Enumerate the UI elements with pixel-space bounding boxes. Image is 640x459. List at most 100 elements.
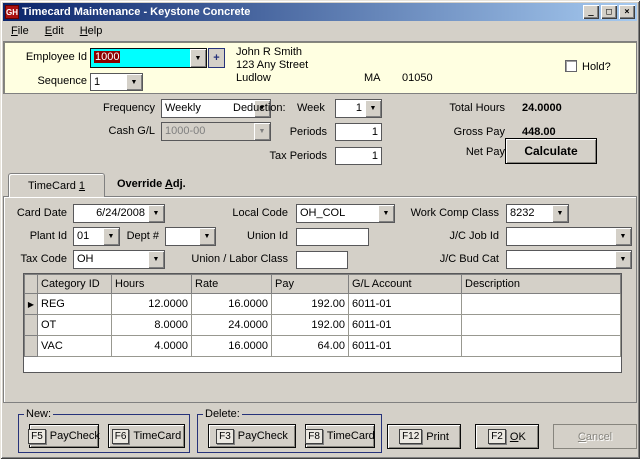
tax-code-value: OH <box>74 251 148 268</box>
sequence-combo[interactable]: 1 ▼ <box>90 73 143 91</box>
jc-job-id-label: J/C Job Id <box>372 230 499 242</box>
chevron-down-icon[interactable]: ▼ <box>190 49 206 67</box>
dept-label: Dept # <box>122 230 159 242</box>
total-hours-value: 24.0000 <box>522 102 562 114</box>
col-header-category: Category ID <box>38 275 112 294</box>
chevron-down-icon[interactable]: ▼ <box>552 205 568 222</box>
table-row[interactable]: ▶ REG 12.0000 16.0000 192.00 6011-01 <box>25 294 621 315</box>
union-labor-class-input[interactable] <box>296 251 348 269</box>
card-date-combo[interactable]: 6/24/2008 ▼ <box>73 204 165 223</box>
menu-item-file[interactable]: File <box>3 23 37 39</box>
chevron-down-icon[interactable]: ▼ <box>615 251 631 268</box>
cell-category[interactable]: VAC <box>38 336 112 357</box>
f3-paycheck-button[interactable]: F3PayCheck <box>208 424 296 448</box>
cell-rate[interactable]: 24.0000 <box>192 315 272 336</box>
tax-code-combo[interactable]: OH ▼ <box>73 250 165 269</box>
tax-periods-input[interactable]: 1 <box>335 147 382 165</box>
cell-rate[interactable]: 16.0000 <box>192 294 272 315</box>
week-value: 1 <box>336 100 365 117</box>
hold-checkbox[interactable] <box>565 60 577 72</box>
total-hours-label: Total Hours <box>425 102 505 114</box>
menu-item-help[interactable]: Help <box>72 23 111 39</box>
cell-gl[interactable]: 6011-01 <box>349 336 462 357</box>
jc-bud-cat-value <box>507 251 615 268</box>
cell-category[interactable]: OT <box>38 315 112 336</box>
col-header-rate: Rate <box>192 275 272 294</box>
cell-rate[interactable]: 16.0000 <box>192 336 272 357</box>
tab-timecard-1[interactable]: TimeCard 1 <box>8 173 105 197</box>
cell-pay[interactable]: 192.00 <box>272 294 349 315</box>
work-comp-class-value: 8232 <box>507 205 552 222</box>
tab-override-adj[interactable]: Override Adj. <box>117 178 186 190</box>
periods-input[interactable]: 1 <box>335 123 382 141</box>
employee-id-combo[interactable]: 1000 ▼ <box>90 48 207 68</box>
maximize-button[interactable]: □ <box>601 5 617 19</box>
cell-pay[interactable]: 192.00 <box>272 315 349 336</box>
tax-code-label: Tax Code <box>9 253 67 265</box>
sequence-value: 1 <box>91 74 126 90</box>
cell-gl[interactable]: 6011-01 <box>349 315 462 336</box>
cell-desc[interactable] <box>462 294 621 315</box>
employee-id-label: Employee Id <box>4 51 87 63</box>
employee-state: MA <box>364 72 381 84</box>
table-row[interactable]: VAC 4.0000 16.0000 64.00 6011-01 <box>25 336 621 357</box>
minimize-button[interactable]: _ <box>583 5 599 19</box>
delete-group-label: Delete: <box>203 408 242 420</box>
jc-job-id-value <box>507 228 615 245</box>
jc-bud-cat-combo[interactable]: ▼ <box>506 250 632 269</box>
f3-keycap: F3 <box>216 429 234 444</box>
union-id-input[interactable] <box>296 228 369 246</box>
jc-job-id-combo[interactable]: ▼ <box>506 227 632 246</box>
menu-item-edit[interactable]: Edit <box>37 23 72 39</box>
deduction-label: Deduction: <box>233 102 286 114</box>
table-row[interactable]: OT 8.0000 24.0000 192.00 6011-01 <box>25 315 621 336</box>
calculate-button[interactable]: Calculate <box>505 138 597 164</box>
cash-gl-label: Cash G/L <box>55 125 155 137</box>
chevron-down-icon[interactable]: ▼ <box>148 205 164 222</box>
title-bar[interactable]: GH Timecard Maintenance - Keystone Concr… <box>3 3 637 21</box>
row-selector[interactable] <box>25 315 38 336</box>
delete-group: Delete: F3PayCheck F8TimeCard <box>197 414 382 453</box>
chevron-down-icon[interactable]: ▼ <box>126 74 142 90</box>
plant-id-value: 01 <box>74 228 103 245</box>
tax-periods-label: Tax Periods <box>230 150 327 162</box>
chevron-down-icon[interactable]: ▼ <box>103 228 119 245</box>
work-comp-class-combo[interactable]: 8232 ▼ <box>506 204 569 223</box>
cell-hours[interactable]: 4.0000 <box>112 336 192 357</box>
timecard-tab-panel: Card Date 6/24/2008 ▼ Local Code OH_COL … <box>3 196 637 403</box>
week-combo[interactable]: 1 ▼ <box>335 99 382 118</box>
add-employee-button[interactable]: + <box>208 48 225 68</box>
local-code-label: Local Code <box>186 207 288 219</box>
timecard-grid: Category ID Hours Rate Pay G/L Account D… <box>23 273 622 373</box>
sequence-label: Sequence <box>4 75 87 87</box>
col-header-gl: G/L Account <box>349 275 462 294</box>
plant-id-combo[interactable]: 01 ▼ <box>73 227 120 246</box>
card-date-label: Card Date <box>9 207 67 219</box>
hold-label: Hold? <box>582 61 611 73</box>
col-header-hours: Hours <box>112 275 192 294</box>
menu-bar: File Edit Help <box>3 21 637 40</box>
row-selector[interactable] <box>25 336 38 357</box>
jc-bud-cat-label: J/C Bud Cat <box>372 253 499 265</box>
work-comp-class-label: Work Comp Class <box>372 207 499 219</box>
cell-desc[interactable] <box>462 336 621 357</box>
f2-ok-button[interactable]: F2OK <box>475 424 539 449</box>
cell-desc[interactable] <box>462 315 621 336</box>
cell-hours[interactable]: 8.0000 <box>112 315 192 336</box>
cell-category[interactable]: REG <box>38 294 112 315</box>
f6-timecard-button[interactable]: F6TimeCard <box>108 424 185 448</box>
row-selector[interactable]: ▶ <box>25 294 38 315</box>
f12-print-button[interactable]: F12Print <box>387 424 461 449</box>
employee-city: Ludlow <box>236 72 271 84</box>
cell-pay[interactable]: 64.00 <box>272 336 349 357</box>
app-icon[interactable]: GH <box>5 5 19 19</box>
chevron-down-icon[interactable]: ▼ <box>365 100 381 117</box>
f8-timecard-button[interactable]: F8TimeCard <box>305 424 375 448</box>
cell-gl[interactable]: 6011-01 <box>349 294 462 315</box>
cell-hours[interactable]: 12.0000 <box>112 294 192 315</box>
chevron-down-icon[interactable]: ▼ <box>615 228 631 245</box>
periods-label: Periods <box>230 126 327 138</box>
close-button[interactable]: × <box>619 5 635 19</box>
local-code-value: OH_COL <box>297 205 378 222</box>
f5-paycheck-button[interactable]: F5PayCheck <box>29 424 99 448</box>
